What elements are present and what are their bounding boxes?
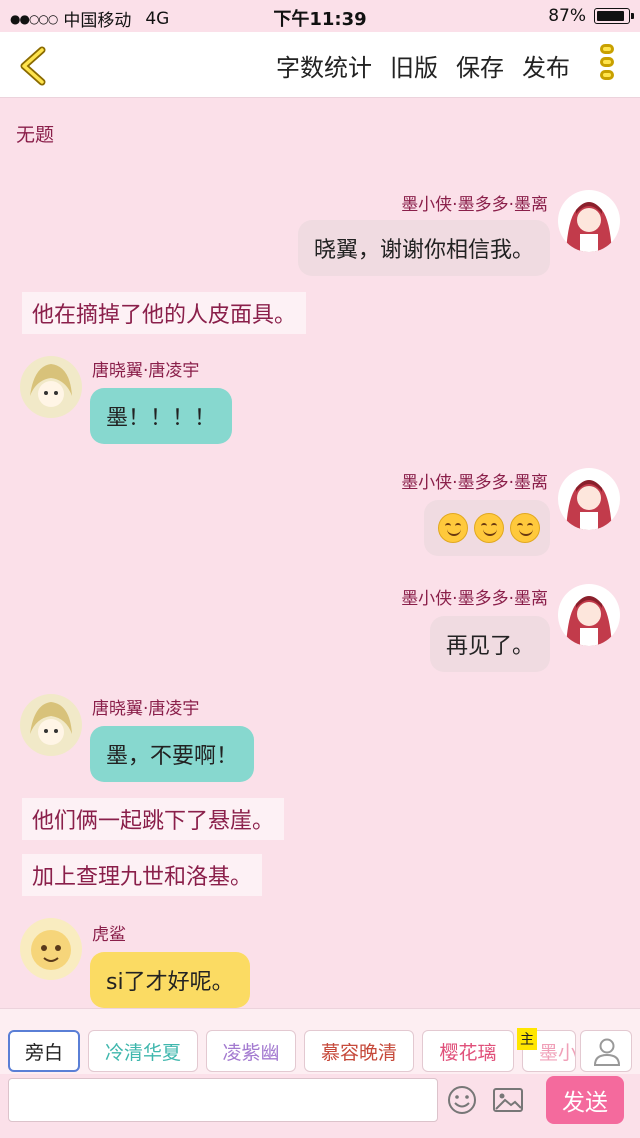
sender-name: 唐晓翼·唐凌宇 xyxy=(92,361,200,381)
smiley-icon xyxy=(448,1086,476,1114)
character-avatar-icon xyxy=(558,190,620,252)
emoji-button[interactable] xyxy=(444,1082,480,1118)
sender-name: 唐晓翼·唐凌宇 xyxy=(92,699,200,719)
battery-percent: 87% xyxy=(548,6,586,26)
message-bubble[interactable]: 墨！！！！ xyxy=(90,388,233,444)
narration-text[interactable]: 加上查理九世和洛基。 xyxy=(22,854,263,896)
sender-name: 虎鲨 xyxy=(92,925,126,945)
user-icon xyxy=(593,1038,621,1066)
character-tab[interactable]: 慕容晚清 xyxy=(304,1030,414,1072)
battery-group: 87% xyxy=(548,6,634,26)
sender-name: 墨小侠·墨多多·墨离 xyxy=(401,473,548,493)
input-bar: 发送 xyxy=(0,1074,640,1138)
message-input[interactable] xyxy=(8,1078,438,1122)
message-bubble[interactable] xyxy=(424,500,550,556)
more-dot-icon xyxy=(600,44,614,54)
character-tab[interactable]: 冷清华夏 xyxy=(88,1030,198,1072)
message-bubble[interactable]: 晓翼，谢谢你相信我。 xyxy=(297,220,550,276)
avatar[interactable] xyxy=(558,468,620,530)
image-button[interactable] xyxy=(490,1082,526,1118)
chevron-left-icon xyxy=(20,46,46,86)
sender-name: 墨小侠·墨多多·墨离 xyxy=(401,195,548,215)
image-icon xyxy=(493,1088,523,1112)
avatar[interactable] xyxy=(558,190,620,252)
sender-name: 墨小侠·墨多多·墨离 xyxy=(401,589,548,609)
nav-bar: 字数统计 旧版 保存 发布 xyxy=(0,32,640,98)
character-tab[interactable]: 凌紫幽 xyxy=(206,1030,296,1072)
character-avatar-icon xyxy=(558,468,620,530)
narration-text[interactable]: 他们俩一起跳下了悬崖。 xyxy=(22,798,285,840)
character-tab-narrator[interactable]: 旁白 xyxy=(8,1030,80,1072)
message-bubble[interactable]: si了才好呢。 xyxy=(90,952,250,1008)
status-time: 下午11:39 xyxy=(273,9,367,30)
character-avatar-icon xyxy=(558,584,620,646)
old-version-button[interactable]: 旧版 xyxy=(390,48,438,83)
narration-text[interactable]: 他在摘掉了他的人皮面具。 xyxy=(22,292,307,334)
story-title[interactable]: 无题 xyxy=(16,120,54,147)
character-avatar-icon xyxy=(20,694,82,756)
chat-area[interactable]: 无题 墨小侠·墨多多·墨离 晓翼，谢谢你相信我。 他在摘掉了他的人皮面具。 唐晓… xyxy=(0,98,640,1008)
character-avatar-icon xyxy=(20,356,82,418)
message-bubble[interactable]: 墨，不要啊！ xyxy=(90,726,255,782)
status-bar: ●●○○○ 中国移动 4G 下午11:39 87% xyxy=(0,0,640,32)
avatar[interactable] xyxy=(20,694,82,756)
nav-actions: 字数统计 旧版 保存 发布 xyxy=(276,48,570,83)
message-bubble[interactable]: 再见了。 xyxy=(429,616,550,672)
save-button[interactable]: 保存 xyxy=(456,48,504,83)
publish-button[interactable]: 发布 xyxy=(522,48,570,83)
avatar[interactable] xyxy=(558,584,620,646)
more-dot-icon xyxy=(600,70,614,80)
character-tab[interactable]: 樱花璃 xyxy=(422,1030,514,1072)
more-dot-icon xyxy=(600,57,614,67)
battery-icon xyxy=(594,8,634,24)
avatar[interactable] xyxy=(20,918,82,980)
character-avatar-icon xyxy=(20,918,82,980)
smiling-face-icon xyxy=(510,513,540,543)
avatar[interactable] xyxy=(20,356,82,418)
back-button[interactable] xyxy=(14,44,54,88)
send-button[interactable]: 发送 xyxy=(546,1076,624,1124)
smiling-face-icon xyxy=(474,513,504,543)
add-character-button[interactable] xyxy=(580,1030,632,1072)
character-selector: 旁白 冷清华夏 凌紫幽 慕容晚清 樱花璃 墨小侠 xyxy=(0,1008,640,1074)
host-badge: 主 xyxy=(517,1028,537,1050)
more-menu-button[interactable] xyxy=(596,42,618,88)
word-count-button[interactable]: 字数统计 xyxy=(276,48,372,83)
smiling-face-icon xyxy=(438,513,468,543)
